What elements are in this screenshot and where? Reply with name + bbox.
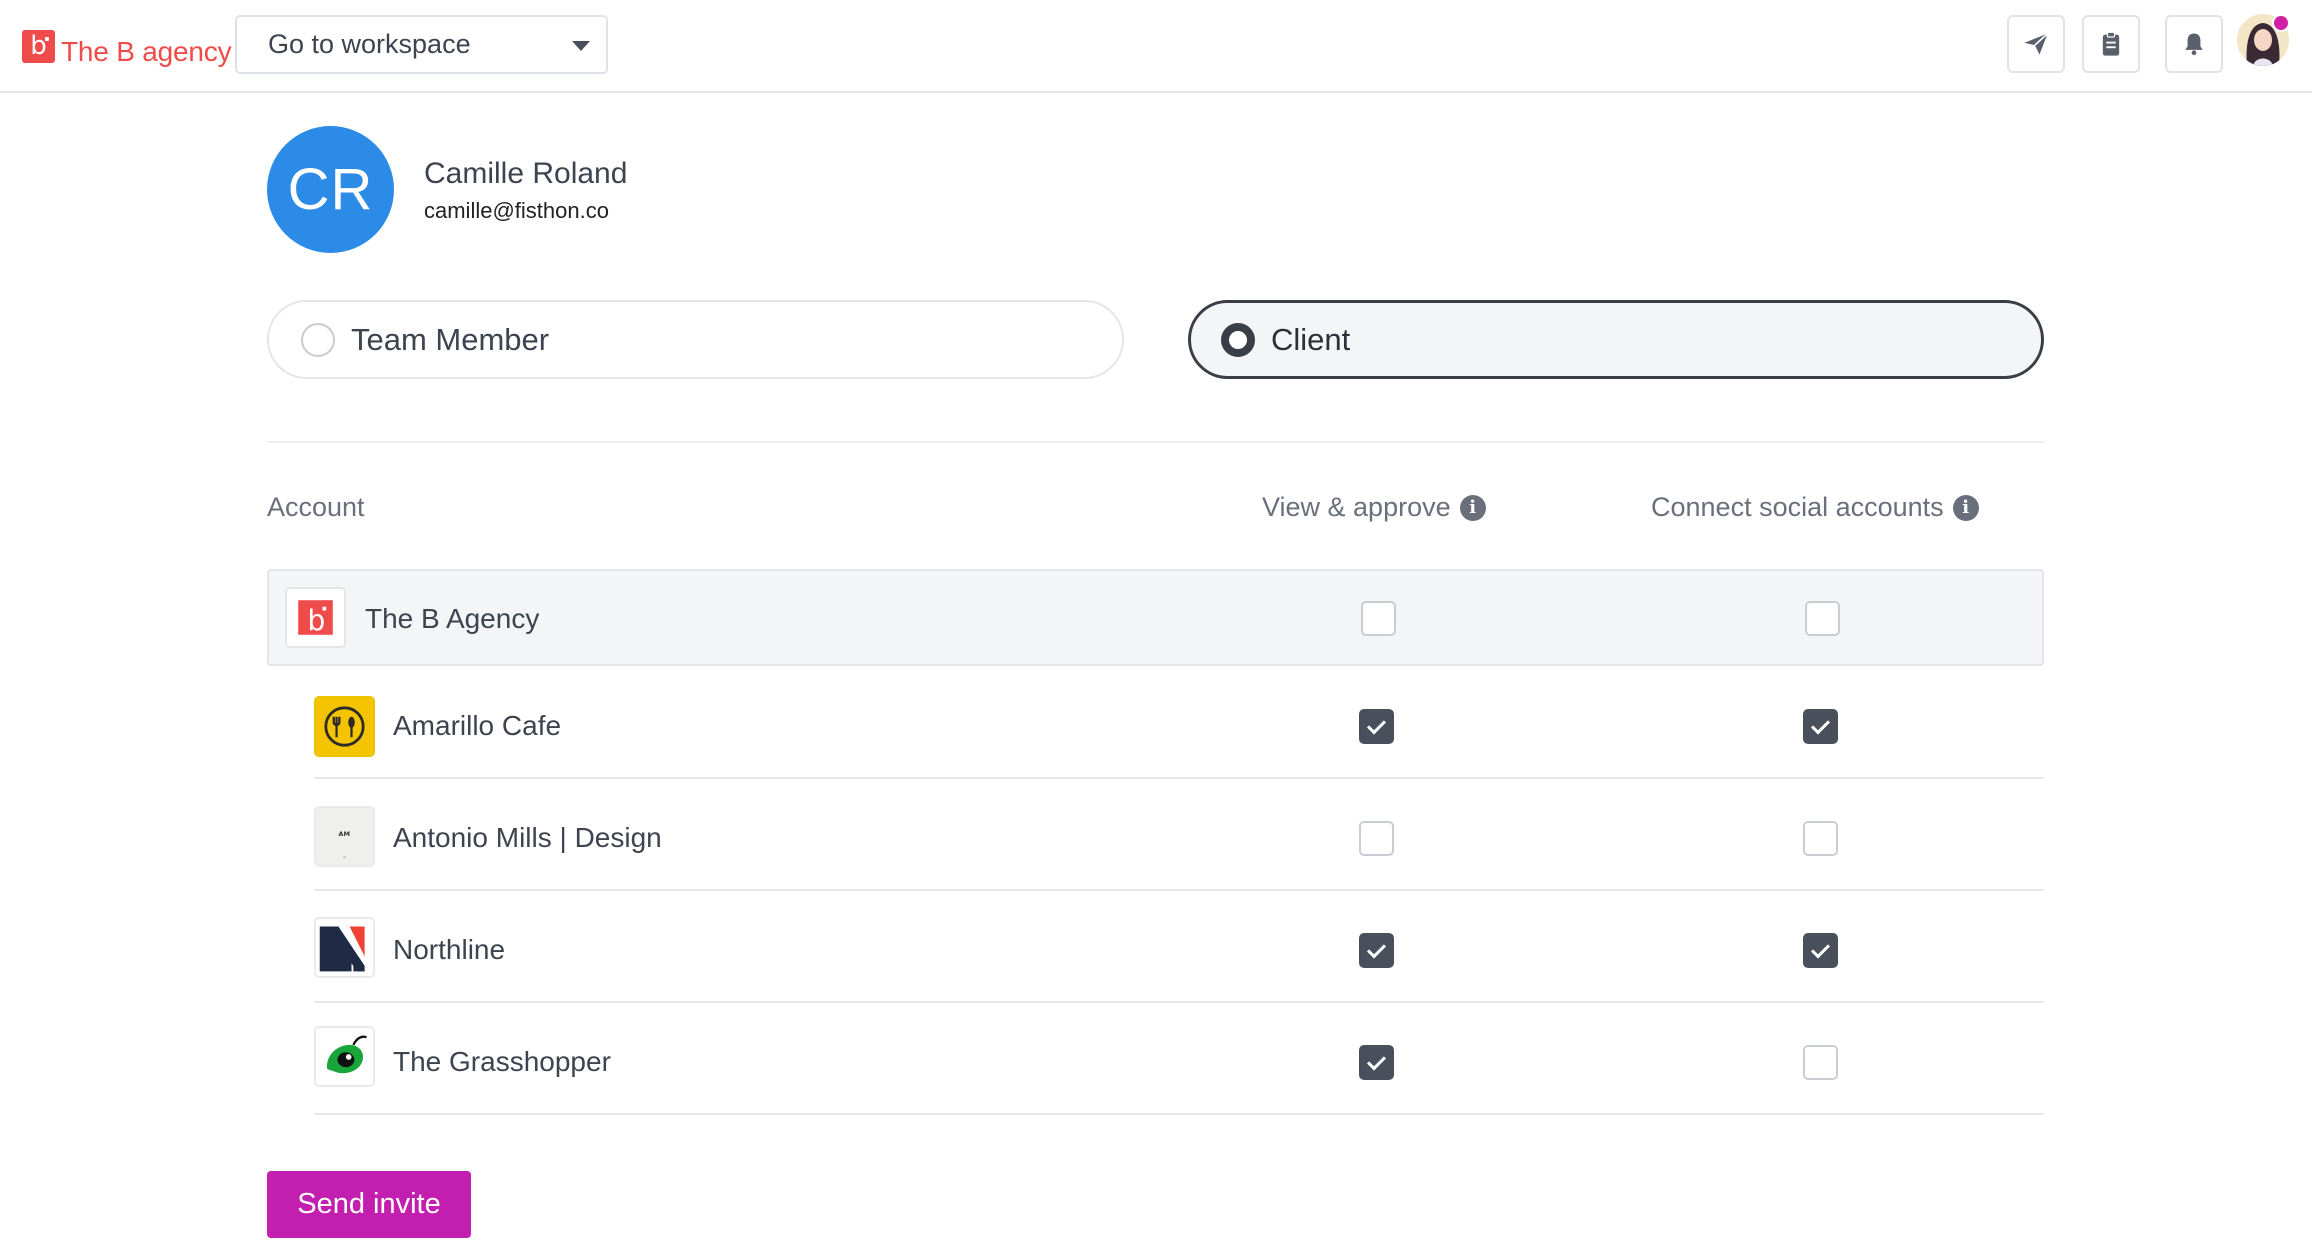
checkbox-view-approve[interactable]	[1361, 601, 1396, 636]
column-header-view-approve: View & approve i	[1262, 492, 1486, 523]
column-header-connect-social-label: Connect social accounts	[1651, 492, 1944, 522]
brand-logo[interactable]: b The B agency	[22, 24, 232, 68]
table-row: AM Antonio Mills | Design	[314, 780, 2044, 891]
column-header-view-approve-label: View & approve	[1262, 492, 1451, 522]
role-label-client: Client	[1271, 321, 1351, 357]
checkbox-view-approve[interactable]	[1359, 933, 1394, 968]
amarillo-cafe-logo-icon	[314, 696, 375, 757]
account-name: Antonio Mills | Design	[393, 822, 662, 853]
workspace-select-label: Go to workspace	[268, 29, 471, 59]
column-header-account-label: Account	[267, 492, 365, 522]
info-icon[interactable]: i	[1459, 494, 1486, 521]
role-option-client[interactable]: Client	[1188, 300, 2044, 379]
antonio-mills-logo-icon: AM	[314, 806, 375, 867]
checkbox-connect-social[interactable]	[1803, 933, 1838, 968]
checkbox-view-approve[interactable]	[1359, 1045, 1394, 1080]
section-divider	[267, 441, 2044, 443]
grasshopper-logo-icon	[314, 1026, 375, 1087]
column-header-connect-social: Connect social accounts i	[1651, 492, 1979, 523]
role-label-team-member: Team Member	[351, 321, 550, 357]
clipboard-icon	[2102, 31, 2120, 56]
table-row: Northline	[314, 892, 2044, 1003]
notification-badge	[2272, 14, 2290, 32]
account-name: The Grasshopper	[393, 1046, 611, 1077]
profile-avatar: CR	[267, 126, 394, 253]
checkbox-connect-social[interactable]	[1803, 821, 1838, 856]
brand-mark-letter: b	[30, 30, 47, 61]
checkbox-view-approve[interactable]	[1359, 709, 1394, 744]
send-invite-button[interactable]: Send invite	[267, 1171, 471, 1238]
account-name: Amarillo Cafe	[393, 710, 562, 741]
role-option-team-member[interactable]: Team Member	[267, 300, 1124, 379]
profile-email: camille@fisthon.co	[424, 198, 609, 223]
column-header-account: Account	[267, 492, 365, 523]
radio-unselected-icon[interactable]	[301, 322, 335, 357]
brand-mark-icon: b	[22, 29, 55, 63]
info-icon[interactable]: i	[1952, 494, 1979, 521]
brand-name: The B agency	[61, 36, 232, 67]
top-bar: b The B agency Go to workspace	[0, 0, 2312, 93]
table-row: b The B Agency	[267, 569, 2044, 666]
table-row: The Grasshopper	[314, 1004, 2044, 1115]
account-name: The B Agency	[365, 603, 540, 634]
chevron-down-icon	[572, 41, 590, 51]
profile-name: Camille Roland	[424, 157, 628, 190]
checkbox-connect-social[interactable]	[1805, 601, 1840, 636]
b-agency-logo-icon: b	[285, 587, 346, 648]
radio-selected-icon[interactable]	[1221, 322, 1255, 357]
checkbox-connect-social[interactable]	[1803, 709, 1838, 744]
send-button[interactable]	[2007, 15, 2065, 73]
checkbox-view-approve[interactable]	[1359, 821, 1394, 856]
account-name: Northline	[393, 934, 506, 965]
svg-text:AM: AM	[338, 830, 350, 838]
table-row: Amarillo Cafe	[314, 668, 2044, 779]
clipboard-button[interactable]	[2082, 15, 2140, 73]
northline-logo-icon	[314, 917, 375, 978]
checkbox-connect-social[interactable]	[1803, 1045, 1838, 1080]
bell-icon	[2185, 33, 2203, 56]
notifications-button[interactable]	[2165, 15, 2223, 73]
send-icon	[2024, 32, 2049, 55]
workspace-select[interactable]: Go to workspace	[235, 15, 608, 74]
